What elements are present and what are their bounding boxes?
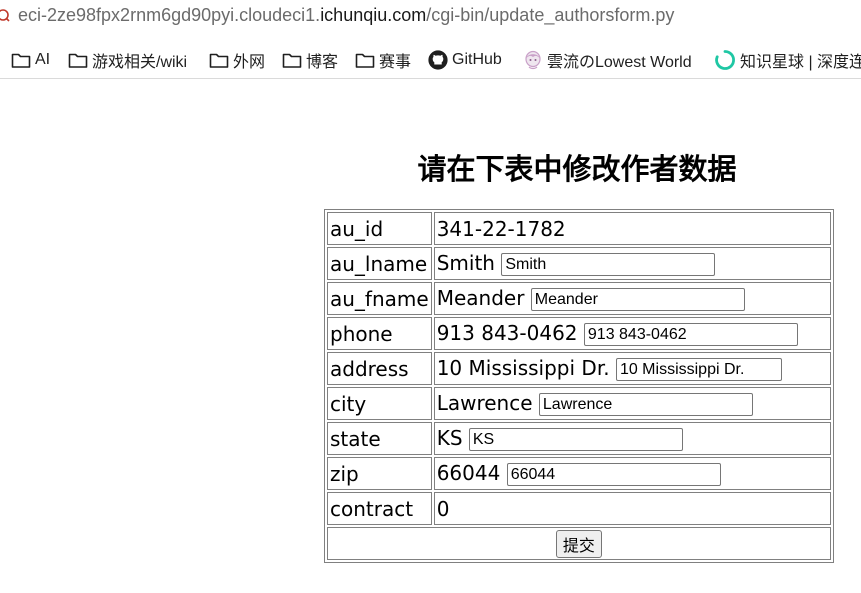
anime-avatar-icon: [525, 50, 541, 70]
page-title: 请在下表中修改作者数据: [417, 152, 737, 186]
folder-icon: [282, 53, 302, 68]
table-row: phone 913 843-0462: [327, 317, 831, 350]
field-label: state: [327, 422, 432, 455]
url-prefix: eci-2ze98fpx2rnm6gd90pyi.cloudeci1.: [18, 5, 321, 25]
bookmark-label: 游戏相关/wiki: [92, 54, 188, 71]
field-value-cell: 10 Mississippi Dr.: [433, 352, 831, 385]
submit-cell: 提交: [327, 527, 831, 560]
table-row: state KS: [327, 422, 831, 455]
bookmark-game-wiki[interactable]: 游戏相关/wiki: [68, 50, 188, 71]
ring-logo-icon: [715, 50, 735, 70]
table-row: zip 66044: [327, 457, 831, 490]
table-row: contract 0: [327, 492, 831, 525]
folder-icon: [355, 53, 375, 68]
bookmark-label: 外网: [233, 54, 266, 71]
current-value: 66044: [436, 461, 501, 485]
current-value: 913 843-0462: [436, 321, 578, 345]
bookmark-label: 赛事: [379, 54, 412, 71]
bookmark-label: 雲流のLowest World: [547, 54, 692, 71]
current-value: 341-22-1782: [436, 216, 566, 241]
city-input[interactable]: [538, 393, 753, 416]
url-text[interactable]: eci-2ze98fpx2rnm6gd90pyi.cloudeci1.ichun…: [18, 5, 674, 26]
current-value: Lawrence: [436, 391, 533, 415]
bookmarks-bar: AI 游戏相关/wiki 外网 博客 赛事 GitHub 雲流のLowest W…: [0, 40, 861, 79]
field-value-cell: Smith: [433, 247, 831, 280]
table-row: city Lawrence: [327, 387, 831, 420]
bookmark-label: 知识星球 | 深度连: [740, 54, 861, 71]
current-value: KS: [436, 426, 463, 450]
bookmark-zsxq[interactable]: 知识星球 | 深度连: [714, 50, 861, 71]
field-label: address: [327, 352, 432, 385]
bookmark-label: AI: [35, 51, 51, 68]
folder-icon: [209, 53, 229, 68]
field-label: phone: [327, 317, 432, 350]
field-value-cell: 341-22-1782: [433, 212, 831, 245]
field-label: au_lname: [327, 247, 432, 280]
field-value-cell: KS: [433, 422, 831, 455]
bookmark-lowest-world[interactable]: 雲流のLowest World: [523, 50, 692, 71]
field-label: zip: [327, 457, 432, 490]
folder-icon: [68, 53, 88, 68]
field-value-cell: 66044: [433, 457, 831, 490]
current-value: 0: [436, 496, 450, 521]
field-label: city: [327, 387, 432, 420]
field-label: contract: [327, 492, 432, 525]
table-row: au_fname Meander: [327, 282, 831, 315]
folder-icon: [11, 53, 31, 68]
bookmark-github[interactable]: GitHub: [428, 50, 502, 70]
current-value: Meander: [436, 286, 525, 310]
bookmark-ai[interactable]: AI: [11, 50, 50, 70]
bookmark-foreign-web[interactable]: 外网: [209, 50, 266, 71]
field-value-cell: Meander: [433, 282, 831, 315]
au-fname-input[interactable]: [530, 288, 745, 311]
au-lname-input[interactable]: [501, 253, 716, 276]
github-icon: [428, 50, 448, 70]
field-label: au_fname: [327, 282, 432, 315]
submit-button[interactable]: 提交: [555, 529, 602, 558]
url-host: ichunqiu.com: [320, 5, 427, 25]
field-label: au_id: [327, 212, 432, 245]
field-value-cell: Lawrence: [433, 387, 831, 420]
site-info-icon[interactable]: [0, 8, 10, 22]
bookmark-label: 博客: [306, 54, 339, 71]
bookmark-label: GitHub: [452, 51, 502, 68]
address-input[interactable]: [615, 358, 782, 381]
current-value: Smith: [436, 251, 495, 275]
address-bar[interactable]: eci-2ze98fpx2rnm6gd90pyi.cloudeci1.ichun…: [0, 0, 861, 34]
url-path: /cgi-bin/update_authorsform.py: [426, 5, 675, 25]
table-row: au_lname Smith: [327, 247, 831, 280]
zip-input[interactable]: [506, 463, 721, 486]
current-value: 10 Mississippi Dr.: [436, 356, 610, 380]
table-row: au_id 341-22-1782: [327, 212, 831, 245]
authors-update-form: au_id 341-22-1782 au_lname Smith au_fnam…: [324, 209, 834, 563]
field-value-cell: 0: [433, 492, 831, 525]
state-input[interactable]: [468, 428, 683, 451]
bookmark-contests[interactable]: 赛事: [355, 50, 412, 71]
phone-input[interactable]: [583, 323, 798, 346]
field-value-cell: 913 843-0462: [433, 317, 831, 350]
table-row: address 10 Mississippi Dr.: [327, 352, 831, 385]
bookmark-blog[interactable]: 博客: [282, 50, 339, 71]
table-row: 提交: [327, 527, 831, 560]
